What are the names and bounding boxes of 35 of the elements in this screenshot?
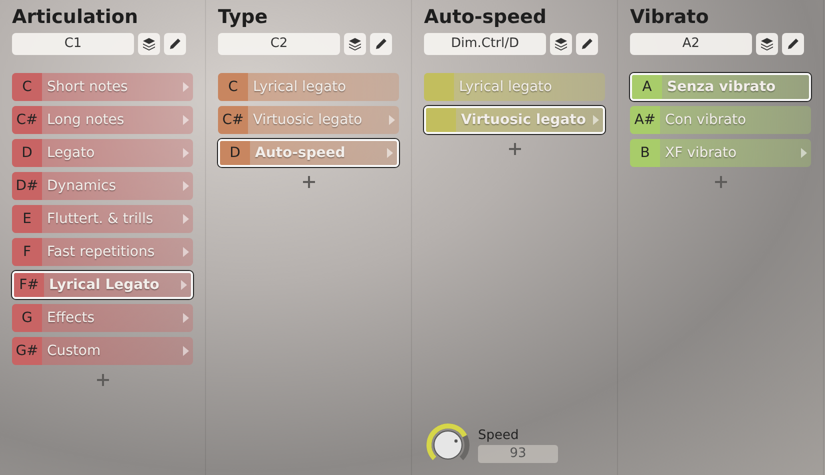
layers-icon[interactable]	[756, 33, 778, 55]
name-field[interactable]: C1	[12, 33, 134, 55]
add-icon[interactable]	[302, 176, 314, 188]
pencil-icon[interactable]	[164, 33, 186, 55]
pencil-icon[interactable]	[576, 33, 598, 55]
articulation-item[interactable]: B XF vibrato	[630, 139, 811, 167]
layers-icon[interactable]	[138, 33, 160, 55]
name-field[interactable]: Dim.Ctrl/D	[424, 33, 546, 55]
articulation-item[interactable]: D Legato	[12, 139, 193, 167]
articulation-item[interactable]: E Fluttert. & trills	[12, 205, 193, 233]
speed-value-field[interactable]: 93	[478, 444, 558, 462]
speed-label: Speed	[478, 428, 520, 442]
pencil-icon[interactable]	[370, 33, 392, 55]
pencil-icon[interactable]	[782, 33, 804, 55]
articulation-item[interactable]: F Fast repetitions	[12, 238, 193, 266]
articulation-item[interactable]: C Short notes	[12, 73, 193, 101]
layers-icon[interactable]	[550, 33, 572, 55]
articulation-item[interactable]: G# Custom	[12, 337, 193, 365]
articulation-item[interactable]: C# Long notes	[12, 106, 193, 134]
articulation-item[interactable]: D# Dynamics	[12, 172, 193, 200]
column-title: Auto-speed	[424, 6, 548, 30]
column-title: Vibrato	[630, 6, 710, 30]
articulation-item[interactable]: A Senza vibrato	[630, 73, 811, 101]
layers-icon[interactable]	[344, 33, 366, 55]
name-field[interactable]: C2	[218, 33, 340, 55]
articulation-item[interactable]: F# Lyrical Legato	[12, 271, 193, 299]
articulation-item[interactable]: G Effects	[12, 304, 193, 332]
column-title: Articulation	[12, 6, 139, 30]
articulation-item[interactable]: D Auto-speed	[218, 139, 399, 167]
articulation-item[interactable]: C# Virtuosic legato	[218, 106, 399, 134]
articulation-item[interactable]: A# Con vibrato	[630, 106, 811, 134]
name-field[interactable]: A2	[630, 33, 752, 55]
column-title: Type	[218, 6, 269, 30]
add-icon[interactable]	[508, 143, 520, 155]
articulation-item[interactable]: C Lyrical legato	[218, 73, 399, 101]
